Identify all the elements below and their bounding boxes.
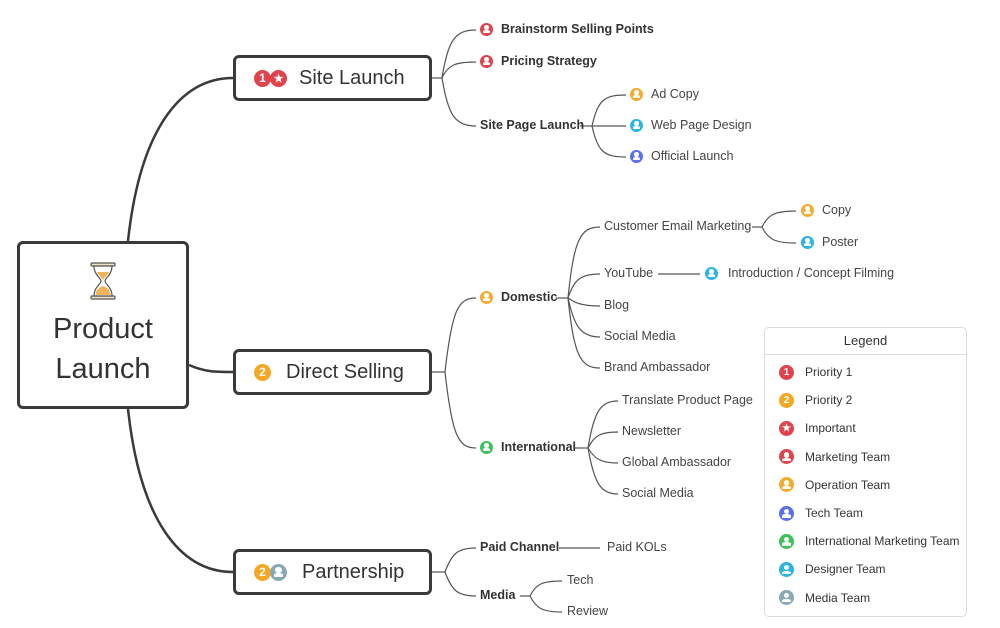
designer-team-icon	[630, 118, 643, 132]
topic-partnership[interactable]: 2 Partnership	[233, 549, 432, 595]
legend-item-important: ★ Important	[765, 414, 966, 442]
leaf-web-page-design[interactable]: Web Page Design	[630, 118, 752, 132]
leaf-global-ambassador[interactable]: Global Ambassador	[622, 455, 731, 469]
legend-panel: Legend 1 Priority 1 2 Priority 2 ★ Impor…	[764, 327, 967, 617]
subtopic-paid-channel[interactable]: Paid Channel	[480, 540, 559, 554]
marketing-team-icon	[480, 22, 493, 36]
international-marketing-team-icon	[779, 533, 794, 549]
connector-root-site-launch	[126, 76, 234, 242]
operation-team-icon	[801, 203, 814, 217]
priority-2-icon: 2	[254, 363, 271, 381]
connector-root-partnership	[126, 408, 234, 574]
priority-2-icon: 2	[779, 392, 794, 408]
hourglass-icon	[90, 262, 116, 300]
root-title: Product Launch	[53, 313, 153, 385]
subtopic-site-page-launch[interactable]: Site Page Launch	[480, 118, 584, 132]
priority-1-icon: 1	[254, 69, 271, 87]
leaf-official-launch[interactable]: Official Launch	[630, 149, 733, 163]
leaf-tech[interactable]: Tech	[567, 573, 593, 587]
leaf-customer-email-marketing[interactable]: Customer Email Marketing	[604, 219, 751, 233]
legend-item-designer-team: Designer Team	[765, 555, 966, 583]
legend-item-priority-2: 2 Priority 2	[765, 386, 966, 414]
leaf-social-media-international[interactable]: Social Media	[622, 486, 694, 500]
legend-title: Legend	[765, 328, 966, 355]
legend-item-marketing-team: Marketing Team	[765, 443, 966, 471]
designer-team-icon	[705, 266, 718, 280]
legend-item-priority-1: 1 Priority 1	[765, 358, 966, 386]
subtopic-pricing-strategy[interactable]: Pricing Strategy	[480, 54, 597, 68]
operation-team-icon	[779, 477, 794, 493]
legend-item-tech-team: Tech Team	[765, 499, 966, 527]
leaf-blog[interactable]: Blog	[604, 298, 629, 312]
leaf-review[interactable]: Review	[567, 604, 608, 618]
operation-team-icon	[480, 290, 493, 304]
international-marketing-team-icon	[480, 440, 493, 454]
leaf-ad-copy[interactable]: Ad Copy	[630, 87, 699, 101]
legend-item-operation-team: Operation Team	[765, 471, 966, 499]
media-team-icon	[779, 590, 794, 606]
marketing-team-icon	[779, 449, 794, 465]
legend-item-international-marketing-team: International Marketing Team	[765, 527, 966, 555]
important-star-icon: ★	[779, 420, 794, 436]
designer-team-icon	[779, 561, 794, 577]
subtopic-brainstorm[interactable]: Brainstorm Selling Points	[480, 22, 654, 36]
legend-item-media-team: Media Team	[765, 584, 966, 612]
leaf-brand-ambassador[interactable]: Brand Ambassador	[604, 360, 710, 374]
media-team-icon	[270, 563, 287, 581]
leaf-social-media-domestic[interactable]: Social Media	[604, 329, 676, 343]
leaf-introduction-concept-filming[interactable]: Introduction / Concept Filming	[705, 266, 894, 280]
root-node-product-launch[interactable]: Product Launch	[17, 241, 189, 409]
connector-root-direct-selling	[188, 363, 234, 374]
important-star-icon: ★	[270, 69, 287, 87]
priority-1-icon: 1	[779, 364, 794, 380]
priority-2-icon: 2	[254, 563, 271, 581]
leaf-paid-kols[interactable]: Paid KOLs	[607, 540, 667, 554]
operation-team-icon	[630, 87, 643, 101]
marketing-team-icon	[480, 54, 493, 68]
subtopic-domestic[interactable]: Domestic	[480, 290, 557, 304]
topic-site-launch[interactable]: 1 ★ Site Launch	[233, 55, 432, 101]
tech-team-icon	[779, 505, 794, 521]
topic-direct-selling[interactable]: 2 Direct Selling	[233, 349, 432, 395]
leaf-youtube[interactable]: YouTube	[604, 266, 653, 280]
leaf-newsletter[interactable]: Newsletter	[622, 424, 681, 438]
tech-team-icon	[630, 149, 643, 163]
subtopic-international[interactable]: International	[480, 440, 576, 454]
subtopic-media[interactable]: Media	[480, 588, 515, 602]
leaf-translate-product-page[interactable]: Translate Product Page	[622, 393, 753, 407]
leaf-poster[interactable]: Poster	[801, 235, 858, 249]
leaf-copy[interactable]: Copy	[801, 203, 851, 217]
designer-team-icon	[801, 235, 814, 249]
